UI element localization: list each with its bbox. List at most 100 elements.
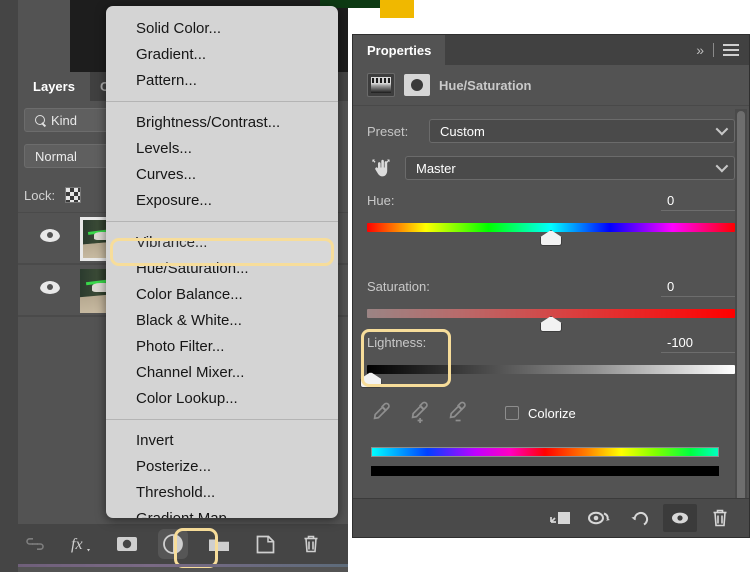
adjustment-glyph: [371, 77, 391, 93]
hue-slider-head: Hue: 0: [367, 193, 735, 215]
toggle-visibility-button[interactable]: [663, 504, 697, 532]
view-previous-state-button[interactable]: [583, 504, 617, 532]
menu-item-channel-mixer[interactable]: Channel Mixer...: [106, 360, 338, 386]
layer-visibility-toggle[interactable]: [40, 281, 62, 299]
new-adjustment-layer-button[interactable]: [158, 529, 188, 559]
search-icon: [35, 115, 46, 126]
menu-item-vibrance[interactable]: Vibrance...: [106, 230, 338, 256]
tab-properties-label: Properties: [367, 43, 431, 58]
menu-item-curves[interactable]: Curves...: [106, 162, 338, 188]
layer-visibility-toggle[interactable]: [40, 229, 62, 247]
hue-saturation-adjustment-icon[interactable]: [367, 73, 395, 97]
panel-menu-icon[interactable]: [723, 44, 739, 56]
on-image-adjustment-icon[interactable]: [367, 156, 395, 180]
lock-label: Lock:: [24, 188, 55, 203]
properties-scrollbar[interactable]: [735, 109, 747, 513]
new-layer-button[interactable]: [250, 529, 280, 559]
hue-slider-thumb[interactable]: [540, 230, 562, 246]
panel-header-icons: »: [696, 42, 749, 58]
delete-layer-button[interactable]: [296, 529, 326, 559]
eyedropper-plus-icon[interactable]: [409, 401, 431, 425]
lightness-slider-track[interactable]: [367, 365, 735, 374]
transparency-checker-icon[interactable]: [65, 187, 81, 203]
tab-layers-label: Layers: [33, 79, 75, 94]
preset-label: Preset:: [367, 124, 419, 139]
channel-dropdown[interactable]: Master: [405, 156, 735, 180]
delete-adjustment-button[interactable]: [703, 504, 737, 532]
lightness-slider-thumb[interactable]: [360, 372, 382, 388]
preset-dropdown[interactable]: Custom: [429, 119, 735, 143]
colorize-checkbox[interactable]: [505, 406, 519, 420]
saturation-slider-thumb[interactable]: [540, 316, 562, 332]
layer-mask-icon[interactable]: [404, 74, 430, 96]
color-bars: [371, 447, 719, 476]
channel-row: Master: [367, 155, 735, 181]
menu-item-hue-saturation[interactable]: Hue/Saturation...: [106, 256, 338, 282]
menu-item-invert[interactable]: Invert: [106, 428, 338, 454]
scrollbar-thumb[interactable]: [737, 111, 745, 509]
properties-panel: Properties » Hue/Saturation Preset: Cust…: [352, 34, 750, 538]
lightness-slider-head: Lightness: -100: [367, 335, 735, 357]
menu-item-pattern[interactable]: Pattern...: [106, 68, 338, 94]
menu-item-exposure[interactable]: Exposure...: [106, 188, 338, 214]
hue-label: Hue:: [367, 193, 394, 208]
menu-item-posterize[interactable]: Posterize...: [106, 454, 338, 480]
saturation-value[interactable]: 0: [661, 279, 735, 297]
clip-to-layer-button[interactable]: [543, 504, 577, 532]
lightness-value[interactable]: -100: [661, 335, 735, 353]
mask-glyph: [411, 79, 423, 91]
menu-item-gradient-map[interactable]: Gradient Map...: [106, 506, 338, 518]
canvas-yellow-strip: [380, 0, 414, 18]
properties-tabbar: Properties »: [353, 35, 749, 65]
colorize-control[interactable]: Colorize: [505, 406, 576, 421]
hue-slider-track[interactable]: [367, 223, 735, 232]
filter-kind-dropdown[interactable]: Kind: [24, 108, 112, 132]
preset-row: Preset: Custom: [367, 119, 735, 143]
menu-item-gradient[interactable]: Gradient...: [106, 42, 338, 68]
menu-item-levels[interactable]: Levels...: [106, 136, 338, 162]
add-layer-mask-button[interactable]: [112, 529, 142, 559]
lightness-label: Lightness:: [367, 335, 426, 350]
reset-button[interactable]: [623, 504, 657, 532]
saturation-slider-head: Saturation: 0: [367, 279, 735, 301]
channel-value: Master: [416, 161, 456, 176]
menu-item-brightness-contrast[interactable]: Brightness/Contrast...: [106, 110, 338, 136]
menu-item-color-lookup[interactable]: Color Lookup...: [106, 386, 338, 412]
hue-value[interactable]: 0: [661, 193, 735, 211]
chevron-down-icon: [716, 123, 729, 136]
menu-item-black-and-white[interactable]: Black & White...: [106, 308, 338, 334]
menu-item-solid-color[interactable]: Solid Color...: [106, 16, 338, 42]
source-spectrum-bar: [371, 447, 719, 457]
blend-mode-value: Normal: [35, 149, 77, 164]
eyedropper-icon[interactable]: [371, 401, 393, 425]
link-layers-button[interactable]: [20, 529, 50, 559]
svg-text:fx: fx: [71, 536, 83, 553]
menu-separator: [106, 419, 338, 420]
eyedropper-minus-icon[interactable]: [447, 401, 469, 425]
menu-item-threshold[interactable]: Threshold...: [106, 480, 338, 506]
divider: [713, 43, 714, 57]
divider: [353, 105, 749, 106]
menu-separator: [106, 221, 338, 222]
new-adjustment-layer-menu[interactable]: Solid Color... Gradient... Pattern... Br…: [106, 6, 338, 518]
menu-item-photo-filter[interactable]: Photo Filter...: [106, 334, 338, 360]
workspace-edge: [0, 0, 18, 572]
menu-item-color-balance[interactable]: Color Balance...: [106, 282, 338, 308]
tab-layers[interactable]: Layers: [18, 72, 90, 101]
result-spectrum-bar: [371, 466, 719, 476]
properties-footer-toolbar: [353, 499, 749, 537]
eye-icon: [40, 229, 60, 242]
saturation-slider-track[interactable]: [367, 309, 735, 318]
eye-icon: [40, 281, 60, 294]
hue-slider-block: Hue: 0: [367, 193, 735, 232]
tab-properties[interactable]: Properties: [353, 35, 445, 65]
blend-mode-dropdown[interactable]: Normal: [24, 144, 116, 168]
sample-tools-row: Colorize: [371, 399, 739, 427]
new-group-button[interactable]: [204, 529, 234, 559]
page-title: Hue/Saturation: [439, 78, 531, 93]
filter-kind-label: Kind: [51, 113, 77, 128]
properties-title-row: Hue/Saturation: [353, 65, 749, 105]
collapse-icon[interactable]: »: [696, 42, 704, 58]
layer-style-button[interactable]: fx: [66, 529, 96, 559]
chevron-down-icon: [716, 160, 729, 173]
